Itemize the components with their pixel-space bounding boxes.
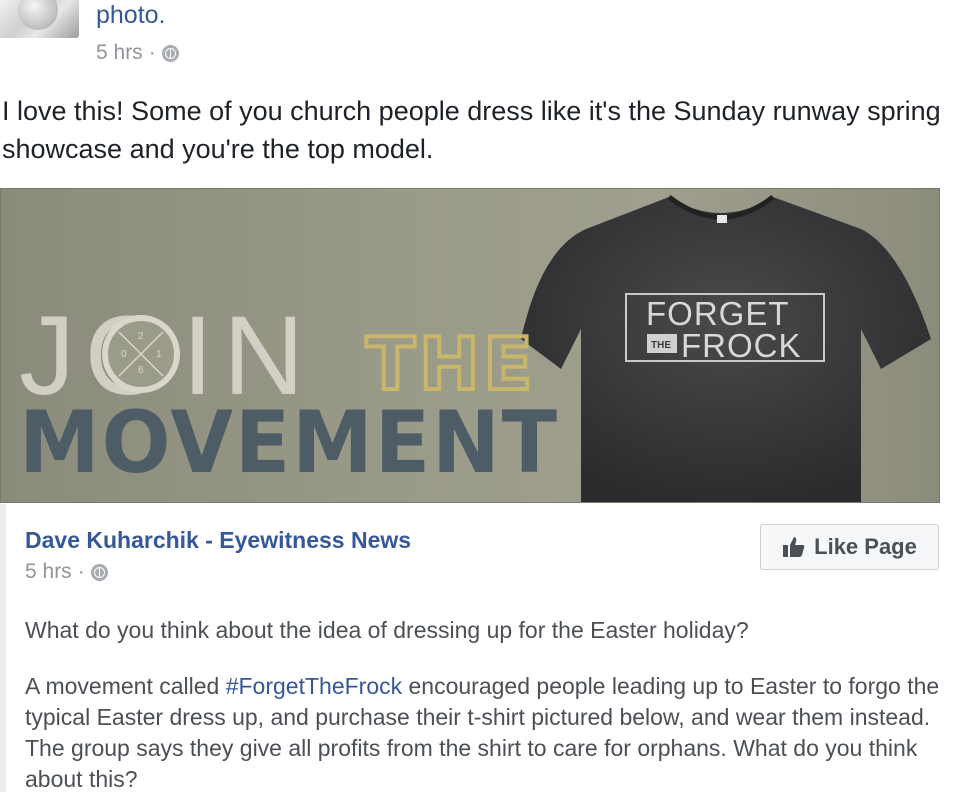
meta-separator: · [148,41,156,64]
logo-frock: FROCK [681,327,802,364]
profile-avatar[interactable] [0,0,79,38]
banner-graphic: FORGET THE FROCK JOIN 2 0 1 6 THE MOVEME… [19,195,931,502]
shared-post-border [0,504,6,792]
post-meta: 5 hrs · [96,41,179,65]
photo-link[interactable]: photo. [96,0,166,30]
hashtag-link[interactable]: #ForgetTheFrock [226,673,402,699]
shared-body: A movement called #ForgetTheFrock encour… [25,671,945,795]
circle-num-right: 1 [156,349,162,360]
shared-question: What do you think about the idea of dres… [25,617,749,643]
tshirt-tag [717,215,727,223]
circle-num-left: 0 [121,349,127,360]
post-text: I love this! Some of you church people d… [2,96,941,164]
shared-meta-separator: · [77,560,85,583]
thumbs-up-icon [783,537,805,557]
shared-image[interactable]: FORGET THE FROCK JOIN 2 0 1 6 THE MOVEME… [0,188,940,503]
like-page-label: Like Page [814,534,917,559]
post-timestamp[interactable]: 5 hrs [96,41,143,65]
circle-num-top: 2 [138,331,144,342]
circle-num-bottom: 6 [138,365,144,376]
shared-timestamp[interactable]: 5 hrs [25,560,72,584]
movement-text: MOVEMENT [19,393,559,493]
globe-icon[interactable] [90,563,108,581]
shared-page-name[interactable]: Dave Kuharchik - Eyewitness News [25,527,411,554]
logo-the: THE [651,340,671,351]
shared-post-meta: 5 hrs · [25,560,108,584]
globe-icon[interactable] [161,44,179,62]
like-page-button[interactable]: Like Page [760,524,939,570]
shared-body-start: A movement called [25,673,226,699]
